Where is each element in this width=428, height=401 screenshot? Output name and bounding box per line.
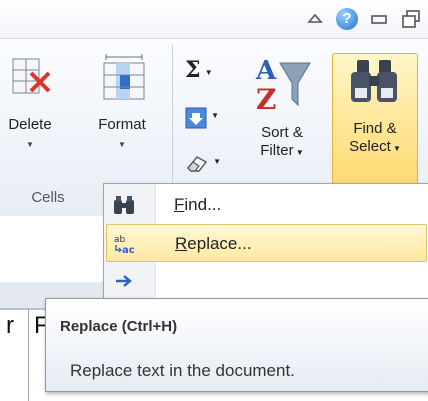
- find-label: ind...: [184, 195, 222, 214]
- window-restore-icon[interactable]: [400, 8, 422, 30]
- sort-filter-label-2: Filter: [260, 142, 294, 159]
- find-select-label-1: Find &: [353, 120, 397, 137]
- chevron-down-icon: ▼: [26, 140, 34, 149]
- clear-button[interactable]: ▼: [185, 153, 225, 178]
- minimize-ribbon-icon[interactable]: [304, 8, 326, 30]
- window-controls: ?: [304, 8, 422, 30]
- delete-button[interactable]: Delete ▼: [4, 53, 56, 154]
- autosum-button[interactable]: Σ ▼: [185, 59, 225, 82]
- binoculars-icon: [114, 196, 134, 214]
- format-button[interactable]: Format ▼: [82, 53, 162, 154]
- menu-item-find[interactable]: Find...: [106, 186, 427, 224]
- binoculars-icon: [351, 60, 397, 102]
- find-select-button[interactable]: Find & Select ▼: [332, 53, 418, 189]
- svg-text:A: A: [255, 56, 277, 86]
- find-select-label-2: Select: [349, 138, 391, 155]
- menu-item-goto[interactable]: [106, 262, 427, 300]
- fill-down-icon: [185, 107, 207, 129]
- chevron-down-icon: ▼: [390, 144, 401, 153]
- chevron-down-icon: ▼: [118, 140, 126, 149]
- sigma-icon: Σ: [185, 57, 201, 83]
- sort-filter-label-1: Sort &: [261, 124, 303, 141]
- chevron-down-icon: ▼: [211, 111, 220, 120]
- chevron-down-icon: ▼: [204, 68, 213, 78]
- help-icon[interactable]: ?: [336, 8, 358, 30]
- sort-filter-button[interactable]: A Z Sort & Filter ▼: [244, 53, 320, 162]
- window-minimize-icon[interactable]: [368, 8, 390, 30]
- replace-label: eplace...: [187, 234, 252, 253]
- format-label: Format: [98, 116, 146, 133]
- replace-icon: ab ac: [114, 235, 135, 255]
- format-cells-icon: [103, 54, 145, 100]
- svg-text:ac: ac: [122, 245, 135, 255]
- tooltip-title: Replace (Ctrl+H): [60, 318, 178, 335]
- delete-cells-icon: [12, 58, 51, 94]
- chevron-down-icon: ▼: [213, 157, 222, 166]
- cells-group-label: Cells: [31, 189, 65, 206]
- eraser-icon: [187, 156, 208, 172]
- replace-mnemonic: R: [175, 234, 188, 253]
- cell-text: r: [6, 312, 14, 339]
- svg-text:Z: Z: [256, 83, 276, 116]
- tooltip-description: Replace text in the document.: [70, 361, 295, 380]
- fill-button[interactable]: ▼: [185, 107, 225, 134]
- replace-tooltip: Replace (Ctrl+H) Replace text in the doc…: [45, 298, 428, 392]
- title-bar: ?: [0, 0, 428, 38]
- find-mnemonic: F: [174, 195, 185, 214]
- menu-item-replace[interactable]: ab ac Replace...: [106, 224, 427, 262]
- chevron-down-icon: ▼: [293, 148, 304, 157]
- delete-label: Delete: [8, 116, 52, 133]
- sort-filter-icon: A Z: [255, 56, 311, 116]
- svg-text:ab: ab: [114, 235, 126, 245]
- goto-arrow-icon: [116, 275, 132, 287]
- gridline: [28, 309, 29, 401]
